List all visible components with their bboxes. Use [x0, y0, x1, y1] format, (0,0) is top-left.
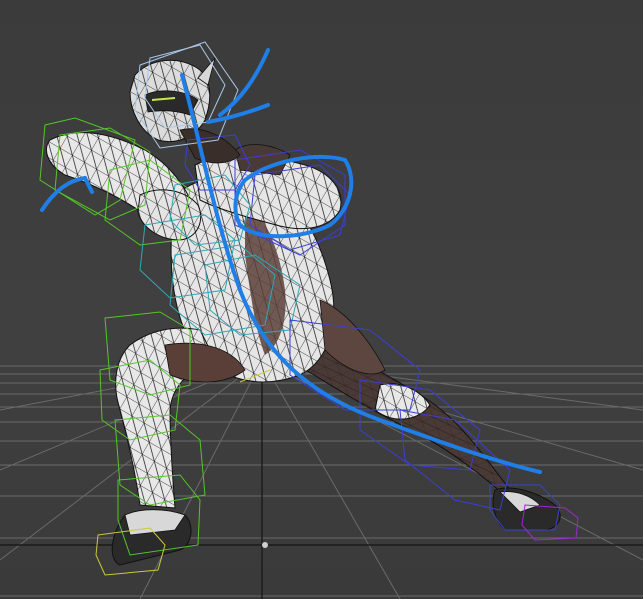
- character-mesh[interactable]: [46, 57, 561, 566]
- 3d-viewport[interactable]: [0, 0, 643, 599]
- grid-center-axes: [0, 360, 643, 599]
- pivot-marker[interactable]: [262, 542, 268, 548]
- annotation-arrow-top: [218, 48, 270, 117]
- annotation-arrow-top-2: [206, 103, 270, 124]
- ground-grid: [0, 359, 643, 599]
- annotation-arrow-left: [40, 176, 87, 212]
- viewport-canvas[interactable]: [0, 0, 643, 599]
